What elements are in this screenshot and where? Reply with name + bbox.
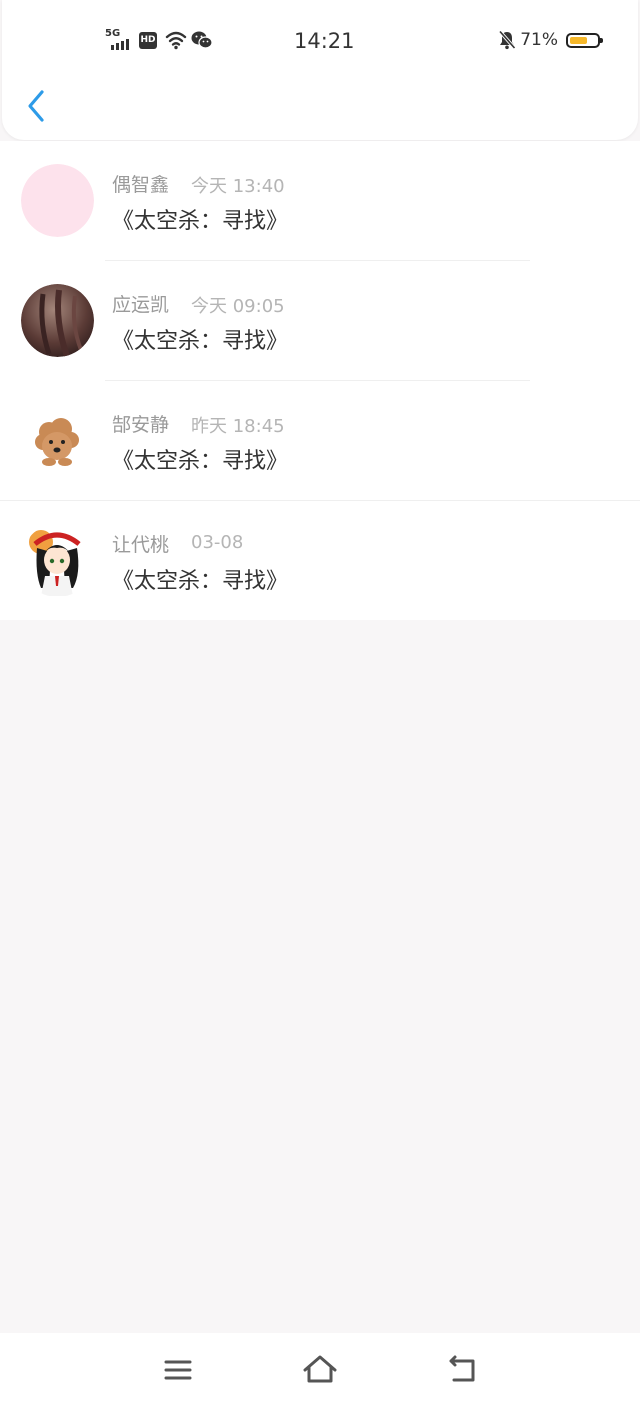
message-time: 今天 13:40: [191, 176, 285, 197]
message-preview: 《太空杀：寻找》: [112, 449, 289, 474]
list-item[interactable]: 应运凯 今天 09:05 《太空杀：寻找》: [0, 261, 640, 380]
message-time: 03-08: [191, 532, 244, 553]
bell-off-icon: [498, 30, 516, 50]
status-right: 71%: [498, 27, 603, 53]
status-left: 5G HD: [105, 27, 213, 53]
message-time: 今天 09:05: [191, 296, 285, 317]
signal-icon: 5G: [105, 28, 133, 52]
system-nav-bar: [0, 1333, 640, 1409]
back-icon[interactable]: [442, 1353, 482, 1387]
message-time: 昨天 18:45: [191, 416, 285, 437]
battery-percent: 71%: [520, 30, 558, 50]
avatar: [21, 404, 94, 477]
battery-icon: [566, 32, 603, 48]
back-button[interactable]: [18, 84, 58, 128]
message-preview: 《太空杀：寻找》: [112, 569, 289, 594]
sender-name: 郜安静: [112, 414, 170, 436]
message-preview: 《太空杀：寻找》: [112, 329, 289, 354]
sender-name: 偶智鑫: [112, 174, 170, 196]
sender-name: 让代桃: [112, 534, 170, 556]
menu-icon[interactable]: [158, 1353, 198, 1387]
avatar: [21, 524, 94, 597]
avatar: [21, 164, 94, 237]
message-preview: 《太空杀：寻找》: [112, 209, 289, 234]
hd-icon: HD: [139, 31, 157, 49]
message-list: 偶智鑫 今天 13:40 《太空杀：寻找》 应运凯 今天 09:05 《太空杀：…: [0, 141, 640, 620]
list-item[interactable]: 让代桃 03-08 《太空杀：寻找》: [0, 501, 640, 620]
avatar: [21, 284, 94, 357]
wechat-icon: [191, 31, 213, 49]
wifi-icon: [165, 31, 187, 50]
battery-fill: [570, 36, 588, 44]
list-item[interactable]: 郜安静 昨天 18:45 《太空杀：寻找》: [0, 381, 640, 500]
sender-name: 应运凯: [112, 294, 170, 316]
status-time: 14:21: [294, 29, 355, 53]
top-bar: 5G HD 14:21 71%: [2, 0, 638, 140]
home-icon[interactable]: [300, 1353, 340, 1387]
list-item[interactable]: 偶智鑫 今天 13:40 《太空杀：寻找》: [0, 141, 640, 260]
